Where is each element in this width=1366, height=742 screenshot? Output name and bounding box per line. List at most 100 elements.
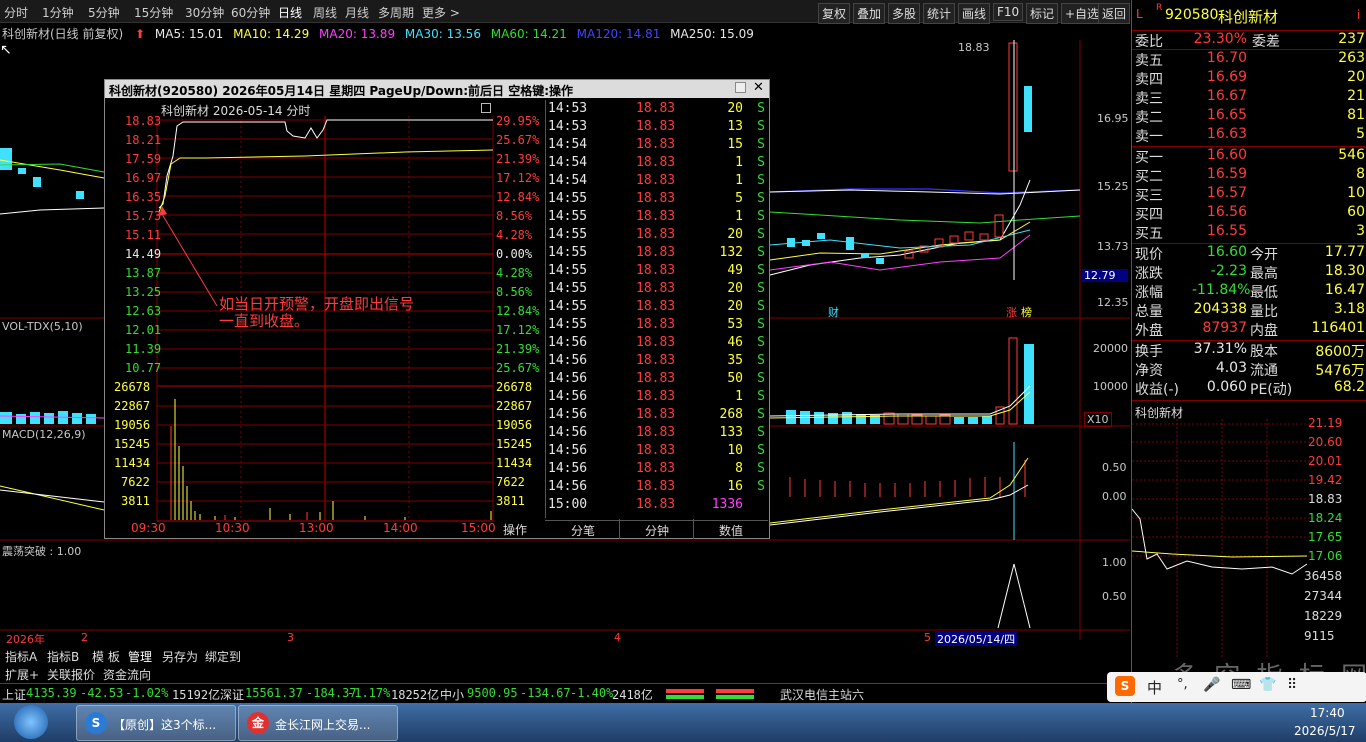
taskbar-item-browser[interactable]: S 【原创】这3个标...: [76, 705, 236, 741]
ask-row[interactable]: 卖三 16.67 21: [1132, 88, 1366, 107]
ask-row[interactable]: 卖一 16.63 5: [1132, 126, 1366, 145]
indicator-a-tab[interactable]: 指标A: [5, 648, 37, 665]
overlay-button[interactable]: 叠加: [853, 3, 886, 24]
clock-time[interactable]: 17:40: [1310, 706, 1345, 720]
tick-volume: 1: [735, 155, 743, 170]
tick-row: 14:56 18.83 46 S: [546, 335, 769, 353]
add-watchlist-button[interactable]: +自选: [1061, 3, 1104, 24]
tick-price: 18.83: [636, 119, 676, 134]
tick-row: 14:56 18.83 133 S: [546, 425, 769, 443]
close-icon[interactable]: ✕: [753, 80, 764, 95]
period-15min[interactable]: 15分钟: [134, 4, 173, 21]
period-monthly[interactable]: 月线: [345, 4, 369, 21]
toolbox-icon[interactable]: ⠿: [1287, 677, 1297, 693]
bid-row[interactable]: 买一 16.60 546: [1132, 147, 1366, 166]
tick-side: S: [757, 371, 765, 386]
stat-value: 5476万: [1315, 363, 1365, 379]
period-30min[interactable]: 30分钟: [185, 4, 224, 21]
bid-row[interactable]: 买三 16.57 10: [1132, 185, 1366, 204]
template-tab[interactable]: 模 板: [92, 648, 120, 665]
finance-marker[interactable]: 财: [828, 304, 839, 320]
stat-value: 87937: [1202, 320, 1247, 336]
tick-row: 14:56 18.83 10 S: [546, 443, 769, 461]
mini-chart[interactable]: 科创新材 21.19 20.60 20.01 19.42 18.83 18.24…: [1132, 400, 1366, 663]
intraday-popup[interactable]: 科创新材(920580) 2026年05月14日 星期四 PageUp/Down…: [104, 79, 770, 539]
tick-side: S: [757, 461, 765, 476]
manage-tab[interactable]: 管理: [128, 648, 152, 665]
bind-to-tab[interactable]: 绑定到: [205, 648, 241, 665]
limit-up-marker[interactable]: 涨: [1006, 304, 1017, 320]
popup-titlebar[interactable]: 科创新材(920580) 2026年05月14日 星期四 PageUp/Down…: [105, 80, 769, 98]
tick-price: 18.83: [636, 371, 676, 386]
period-multi[interactable]: 多周期: [378, 4, 414, 21]
sogou-ime-icon[interactable]: S: [1115, 676, 1135, 696]
fuquan-button[interactable]: 复权: [818, 3, 851, 24]
taskbar-item-trading[interactable]: 金 金长江网上交易...: [238, 705, 398, 741]
expand-tab[interactable]: 扩展+: [5, 666, 39, 683]
start-button-icon[interactable]: [14, 705, 48, 739]
tick-time: 14:56: [548, 479, 588, 494]
period-daily[interactable]: 日线: [278, 4, 302, 21]
time-label: 14:00: [383, 521, 418, 535]
tick-row: 14:56 18.83 16 S: [546, 479, 769, 497]
period-60min[interactable]: 60分钟: [231, 4, 270, 21]
stat-row: 总量 204338 量比 3.18: [1132, 301, 1366, 320]
tick-side: S: [757, 137, 765, 152]
ime-lang-icon[interactable]: 中: [1147, 677, 1162, 698]
bid-row[interactable]: 买四 16.56 60: [1132, 204, 1366, 223]
taskbar-item-label: 金长江网上交易...: [275, 718, 371, 732]
ranking-marker[interactable]: 榜: [1021, 304, 1032, 320]
multi-stock-button[interactable]: 多股: [888, 3, 921, 24]
indicator-b-tab[interactable]: 指标B: [47, 648, 79, 665]
price-label: 17.59: [125, 152, 162, 166]
bid-row[interactable]: 买五 16.55 3: [1132, 223, 1366, 242]
clock-date[interactable]: 2026/5/17: [1294, 724, 1356, 738]
period-minute[interactable]: 分时: [4, 4, 28, 21]
skin-icon[interactable]: 👕: [1259, 677, 1276, 693]
tick-price: 18.83: [636, 137, 676, 152]
tick-price: 18.83: [636, 263, 676, 278]
f10-button[interactable]: F10: [993, 3, 1024, 21]
ime-punct-icon[interactable]: °,: [1177, 677, 1188, 692]
ma5-label: MA5: 15.01: [154, 27, 224, 41]
mark-button[interactable]: 标记: [1026, 3, 1059, 24]
pct-label: 0.00%: [496, 247, 533, 261]
save-as-tab[interactable]: 另存为: [162, 648, 198, 665]
stats-button[interactable]: 统计: [923, 3, 956, 24]
keyboard-icon[interactable]: ⌨: [1231, 677, 1251, 693]
back-button[interactable]: 返回: [1098, 3, 1130, 24]
ask-row[interactable]: 卖四 16.69 20: [1132, 69, 1366, 88]
tick-list[interactable]: 14:53 18.83 20 S 14:53 18.83 13 S 14:54 18.83 15 S 1…: [545, 100, 769, 518]
ask-row[interactable]: 卖二 16.65 81: [1132, 107, 1366, 126]
period-5min[interactable]: 5分钟: [88, 4, 120, 21]
server-label[interactable]: 武汉电信主站六: [780, 686, 864, 703]
tab-ticks[interactable]: 分笔: [571, 522, 595, 539]
pct-label: 4.28%: [496, 266, 533, 280]
tick-side: S: [757, 173, 765, 188]
related-quote-tab[interactable]: 关联报价: [47, 666, 95, 683]
osc-ylabel-1: 1.00: [1102, 556, 1127, 569]
tick-volume: 16: [727, 479, 743, 494]
info-icon[interactable]: i: [1357, 8, 1360, 22]
bid-row[interactable]: 买二 16.59 8: [1132, 166, 1366, 185]
panel-toggle-icon[interactable]: [481, 103, 491, 113]
operate-button[interactable]: 操作: [503, 521, 527, 538]
period-1min[interactable]: 1分钟: [42, 4, 74, 21]
maximize-icon[interactable]: [735, 82, 746, 93]
tick-price: 18.83: [636, 299, 676, 314]
tab-minutes[interactable]: 分钟: [645, 522, 669, 539]
tab-values[interactable]: 数值: [719, 522, 743, 539]
zx-change: -134.67: [520, 686, 571, 700]
ma20-label: MA20: 13.89: [319, 27, 396, 41]
tick-side: S: [757, 335, 765, 350]
draw-button[interactable]: 画线: [958, 3, 991, 24]
bid-label: 买五: [1135, 226, 1163, 242]
tick-row: 14:56 18.83 50 S: [546, 371, 769, 389]
ask-row[interactable]: 卖五 16.70 263: [1132, 50, 1366, 69]
fund-flow-tab[interactable]: 资金流向: [103, 666, 151, 683]
period-more[interactable]: 更多 >: [422, 4, 460, 21]
ask-vol: 5: [1356, 126, 1365, 142]
tick-volume: 20: [727, 227, 743, 242]
microphone-icon[interactable]: 🎤: [1203, 677, 1220, 693]
period-weekly[interactable]: 周线: [313, 4, 337, 21]
